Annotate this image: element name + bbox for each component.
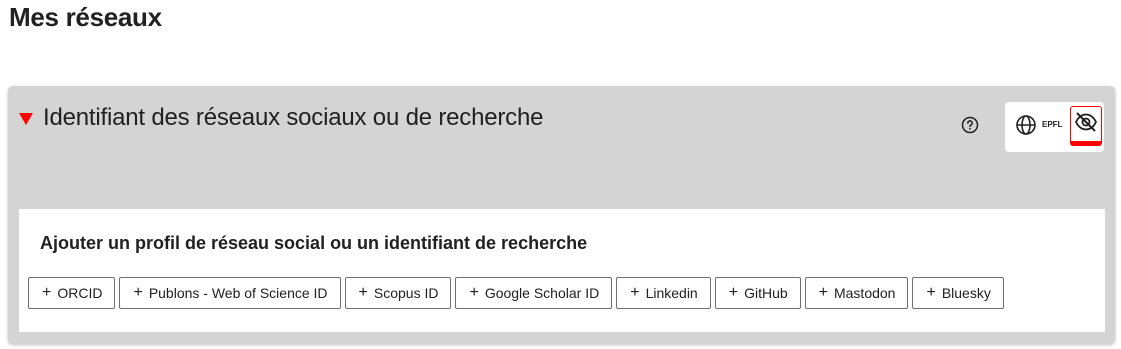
add-google-scholar-button[interactable]: + Google Scholar ID	[455, 277, 613, 309]
help-icon[interactable]	[961, 116, 979, 134]
button-label: GitHub	[744, 285, 788, 301]
add-scopus-button[interactable]: + Scopus ID	[344, 277, 452, 309]
plus-icon: +	[469, 284, 479, 301]
add-profile-section: Ajouter un profil de réseau social ou un…	[19, 209, 1105, 332]
plus-icon: +	[358, 284, 368, 301]
button-label: Publons - Web of Science ID	[148, 285, 328, 301]
plus-icon: +	[728, 284, 739, 301]
page-title: Mes réseaux	[9, 2, 162, 32]
panel-header[interactable]: Identifiant des réseaux sociaux ou de re…	[19, 104, 543, 132]
add-orcid-button[interactable]: + ORCID	[28, 277, 116, 309]
visibility-selector: EPFL	[1005, 102, 1104, 152]
add-publons-button[interactable]: + Publons - Web of Science ID	[119, 277, 341, 309]
plus-icon: +	[630, 284, 640, 301]
plus-icon: +	[133, 284, 143, 301]
add-github-button[interactable]: + GitHub	[714, 277, 801, 309]
plus-icon: +	[926, 284, 936, 301]
globe-icon[interactable]	[1015, 114, 1037, 136]
add-profile-buttons: + ORCID + Publons - Web of Science ID + Sco…	[28, 277, 1008, 309]
social-networks-panel: Identifiant des réseaux sociaux ou de re…	[8, 86, 1115, 344]
button-label: Scopus ID	[373, 285, 439, 301]
button-label: Bluesky	[941, 285, 991, 301]
panel-title: Identifiant des réseaux sociaux ou de re…	[43, 104, 544, 131]
button-label: Mastodon	[833, 285, 896, 301]
collapse-triangle-icon[interactable]	[19, 113, 33, 125]
add-mastodon-button[interactable]: + Mastodon	[804, 277, 909, 309]
epfl-visibility-option[interactable]: EPFL	[1042, 120, 1062, 129]
plus-icon: +	[818, 284, 828, 301]
add-profile-title: Ajouter un profil de réseau social ou un…	[40, 233, 588, 253]
add-bluesky-button[interactable]: + Bluesky	[912, 277, 1004, 309]
button-label: Linkedin	[645, 285, 698, 301]
hidden-visibility-option[interactable]	[1070, 106, 1102, 146]
add-linkedin-button[interactable]: + Linkedin	[616, 277, 711, 309]
plus-icon: +	[42, 284, 52, 301]
button-label: ORCID	[57, 285, 103, 301]
button-label: Google Scholar ID	[484, 285, 600, 301]
